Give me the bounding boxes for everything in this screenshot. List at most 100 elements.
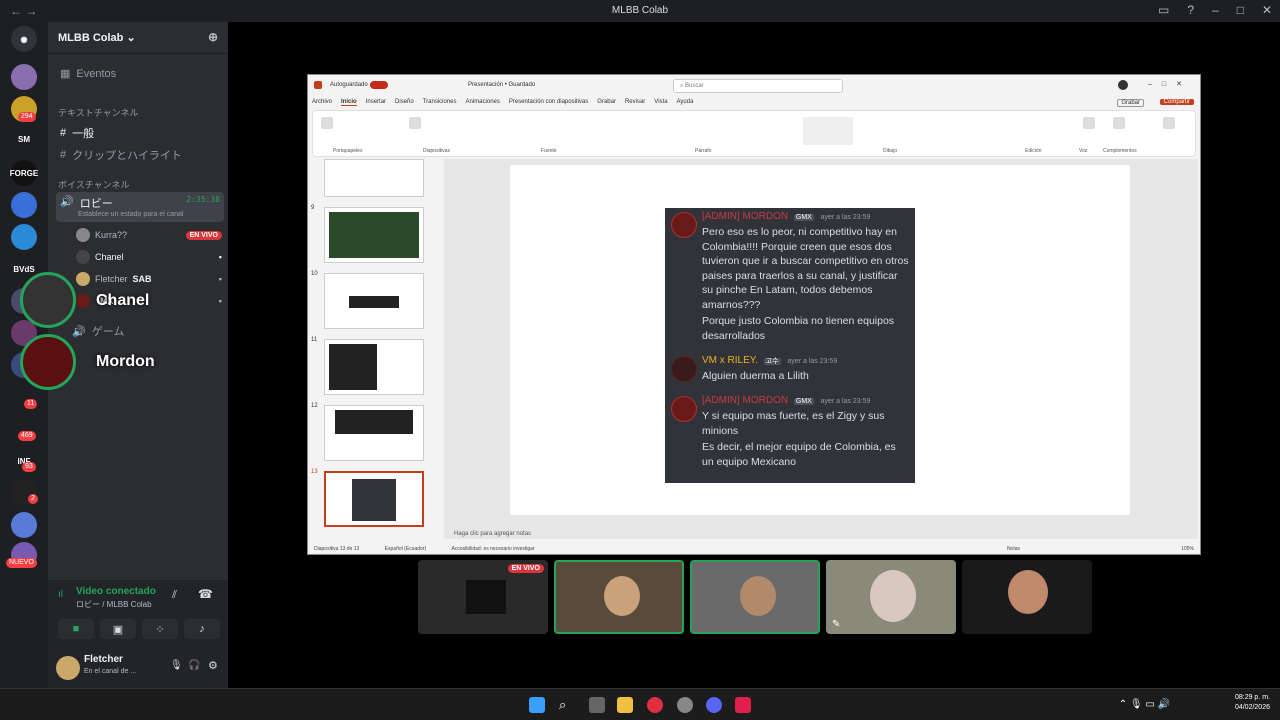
new-slide-icon[interactable]: [409, 117, 421, 129]
stream-tile[interactable]: EN VIVO: [418, 560, 548, 634]
slide-number: 9: [311, 205, 315, 211]
tab-ayuda[interactable]: Ayuda: [677, 99, 694, 106]
slide-thumbnail[interactable]: [324, 159, 424, 197]
channel-clips[interactable]: # クリップとハイライト: [56, 144, 224, 166]
ppt-search-box[interactable]: ⌕ Buscar: [673, 79, 843, 93]
screen-share-button[interactable]: ▣: [100, 619, 136, 639]
channel-label: 一般: [72, 128, 95, 140]
server-icon[interactable]: [11, 192, 37, 218]
voice-user[interactable]: Chanel ▪: [76, 250, 222, 264]
add-member-icon[interactable]: ⊕: [208, 30, 218, 44]
inbox-icon[interactable]: ▭: [1158, 3, 1169, 17]
file-explorer-icon[interactable]: [617, 697, 633, 713]
message-text: Porque justo Colombia no tienen equipos …: [702, 315, 895, 342]
activity-button[interactable]: ⁘: [142, 619, 178, 639]
window-controls[interactable]: –□✕: [1148, 80, 1192, 88]
opera-icon[interactable]: [647, 697, 663, 713]
server-forge[interactable]: FORGE: [10, 160, 38, 186]
maximize-button[interactable]: □: [1237, 3, 1244, 17]
noise-suppression-icon[interactable]: ⫽: [172, 589, 177, 602]
camera-button[interactable]: ■: [58, 619, 94, 639]
document-title[interactable]: Presentación • Guardado: [468, 82, 535, 88]
live-badge: EN VIVO: [507, 564, 544, 573]
system-tray-icons[interactable]: ⌃ 🎙 ▭ 🔊: [1119, 699, 1170, 710]
account-avatar[interactable]: [1118, 80, 1128, 90]
discord-icon[interactable]: [706, 697, 722, 713]
discord-chat-screenshot: [ADMIN] MORDON GMX ayer a las 23:59 Pero…: [665, 208, 915, 483]
tab-presentacion[interactable]: Presentación con diapositivas: [509, 99, 588, 106]
message-text: Alguien duerma a Lilith: [702, 370, 809, 382]
slide-thumbnail[interactable]: [324, 339, 424, 395]
avatar[interactable]: [56, 656, 80, 680]
video-tile[interactable]: [962, 560, 1092, 634]
tab-transiciones[interactable]: Transiciones: [423, 99, 457, 106]
close-button[interactable]: ✕: [1262, 3, 1272, 17]
autosave-toggle[interactable]: [370, 81, 388, 89]
voice-user[interactable]: Fletcher SAB ▪: [76, 272, 222, 286]
tab-vista[interactable]: Vista: [654, 99, 667, 106]
voice-user-name: Kurra??: [95, 230, 128, 240]
server-icon[interactable]: [11, 512, 37, 538]
task-view-icon[interactable]: [589, 697, 605, 713]
discord-home-icon[interactable]: ◉: [11, 26, 37, 52]
slide-thumbnail[interactable]: [324, 405, 424, 461]
minimize-button[interactable]: –: [1212, 3, 1219, 17]
server-sm[interactable]: SM: [11, 126, 37, 152]
zoom-level[interactable]: 105%: [1181, 546, 1194, 552]
video-tile[interactable]: [690, 560, 820, 634]
connection-status[interactable]: Video conectado: [76, 586, 156, 597]
record-button[interactable]: Grabar: [1117, 99, 1144, 107]
voice-user-name: Fletcher: [95, 274, 128, 284]
settings-gear-icon[interactable]: ⚙: [208, 659, 218, 672]
help-icon[interactable]: ?: [1187, 3, 1194, 17]
slide-thumbnail-selected[interactable]: [324, 471, 424, 527]
ppt-titlebar: Autoguardado Presentación • Guardado ⌕ B…: [308, 75, 1200, 97]
notes-placeholder[interactable]: Haga clic para agregar notas: [454, 531, 531, 537]
language-indicator[interactable]: Español (Ecuador): [385, 546, 426, 552]
video-tile[interactable]: ✎: [826, 560, 956, 634]
channel-general[interactable]: # 一般: [56, 122, 224, 144]
accessibility-indicator[interactable]: Accesibilidad: es necesario investigar: [452, 546, 535, 552]
server-icon[interactable]: [11, 64, 37, 90]
app-icon[interactable]: [677, 697, 693, 713]
shapes-gallery[interactable]: [803, 117, 853, 145]
tab-archivo[interactable]: Archivo: [312, 99, 332, 106]
slide-canvas[interactable]: [ADMIN] MORDON GMX ayer a las 23:59 Pero…: [510, 165, 1130, 515]
tab-inicio[interactable]: Inicio: [341, 99, 357, 106]
tab-insertar[interactable]: Insertar: [366, 99, 386, 106]
voice-channel-game[interactable]: 🔊 ゲーム: [68, 320, 236, 342]
events-label: Eventos: [76, 67, 117, 80]
microphone-icon[interactable]: 🎙: [170, 660, 183, 671]
tab-revisar[interactable]: Revisar: [625, 99, 645, 106]
disconnect-icon[interactable]: ☎: [198, 587, 213, 601]
dictate-icon[interactable]: [1083, 117, 1095, 129]
slide-thumbnail[interactable]: [324, 207, 424, 263]
tab-grabar[interactable]: Grabar: [597, 99, 616, 106]
message-text: Es decir, el mejor equipo de Colombia, e…: [702, 441, 896, 468]
tab-animaciones[interactable]: Animaciones: [466, 99, 500, 106]
channel-status-input[interactable]: Establece un estado para el canal: [78, 211, 183, 218]
paste-icon[interactable]: [321, 117, 333, 129]
video-tile[interactable]: [554, 560, 684, 634]
add-ins-icon[interactable]: [1113, 117, 1125, 129]
voice-user[interactable]: Kurra?? EN VIVO: [76, 228, 222, 242]
avatar: [76, 272, 90, 286]
text-category[interactable]: テキストチャンネル: [58, 106, 138, 119]
server-header[interactable]: MLBB Colab ⌄ ⊕: [48, 22, 228, 54]
start-icon[interactable]: [529, 697, 545, 713]
tab-diseno[interactable]: Diseño: [395, 99, 414, 106]
notes-toggle[interactable]: Notas: [1007, 546, 1020, 552]
designer-icon[interactable]: [1163, 117, 1175, 129]
group-label: Diapositivas: [423, 148, 450, 154]
slide-thumbnail[interactable]: [324, 273, 424, 329]
events-item[interactable]: ▦ Eventos: [56, 64, 224, 83]
search-icon[interactable]: ⌕: [559, 697, 575, 713]
server-icon[interactable]: [11, 224, 37, 250]
soundboard-button[interactable]: ♪: [184, 619, 220, 639]
share-button[interactable]: Compartir: [1159, 99, 1194, 105]
clock[interactable]: 08:29 p. m. 04/02/2026: [1235, 693, 1270, 713]
tiktok-icon[interactable]: [735, 697, 751, 713]
user-status: En el canal de ...: [84, 668, 137, 675]
voice-category[interactable]: ボイスチャンネル: [58, 178, 129, 191]
headphones-icon[interactable]: 🎧: [188, 660, 200, 671]
